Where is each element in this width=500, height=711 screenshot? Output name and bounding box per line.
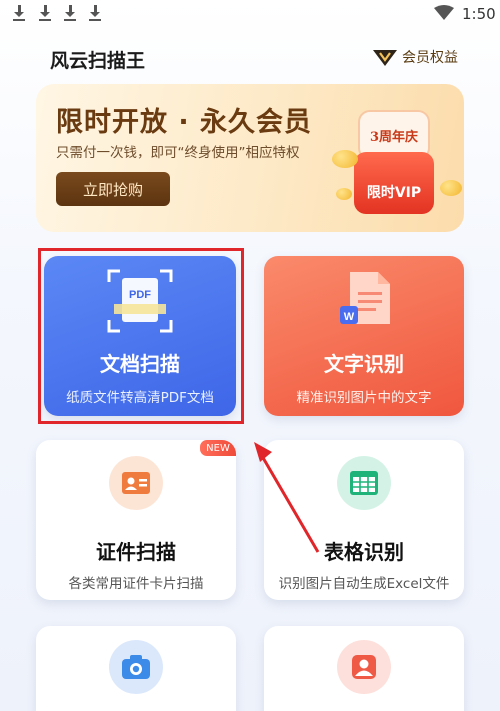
status-time: 1:50 [462,5,496,23]
app-title: 风云扫描王 [50,50,146,72]
vip-benefits-link[interactable]: 会员权益 [372,45,458,69]
tool-card-portrait[interactable] [264,626,464,711]
vip-benefits-label: 会员权益 [402,50,458,66]
tool-card-text-recognition[interactable]: W 文字识别 精准识别图片中的文字 [264,256,464,416]
new-badge: NEW [200,440,236,456]
word-icon-label: W [344,311,355,323]
download-icon [63,5,77,21]
download-icon [12,5,26,21]
tool-card-photo[interactable] [36,626,236,711]
promo-banner[interactable]: 限时开放 · 永久会员 只需付一次钱，即可“终身使用”相应特权 立即抢购 3周年… [36,84,464,232]
portrait-icon [337,640,391,694]
camera-icon [109,640,163,694]
coin-icon [336,188,352,200]
tool-subtitle: 各类常用证件卡片扫描 [68,576,204,592]
anniversary-gift-icon: 3周年庆 限时VIP [354,110,434,214]
download-icon [88,5,102,21]
table-icon [337,456,391,510]
limited-vip-label: 限时VIP [354,152,434,214]
status-bar: 1:50 [0,0,500,30]
tool-title: 证件扫描 [96,540,176,564]
buy-now-button[interactable]: 立即抢购 [56,172,170,206]
banner-title: 限时开放 · 永久会员 [56,107,313,138]
coin-icon [440,180,462,196]
banner-subtitle: 只需付一次钱，即可“终身使用”相应特权 [56,145,300,161]
tool-subtitle: 精准识别图片中的文字 [296,390,432,406]
wifi-icon [434,5,454,20]
tool-title: 文字识别 [324,352,404,376]
vip-crown-icon [373,50,397,66]
coin-icon [332,150,358,168]
download-icon [38,5,52,21]
highlight-annotation [38,248,244,424]
tool-card-id-scan[interactable]: 证件扫描 各类常用证件卡片扫描 [36,440,236,600]
tool-title: 表格识别 [324,540,404,564]
id-card-icon [109,456,163,510]
tool-card-table-recognition[interactable]: 表格识别 识别图片自动生成Excel文件 [264,440,464,600]
word-document-icon: W [340,272,390,324]
tool-subtitle: 识别图片自动生成Excel文件 [278,576,450,592]
